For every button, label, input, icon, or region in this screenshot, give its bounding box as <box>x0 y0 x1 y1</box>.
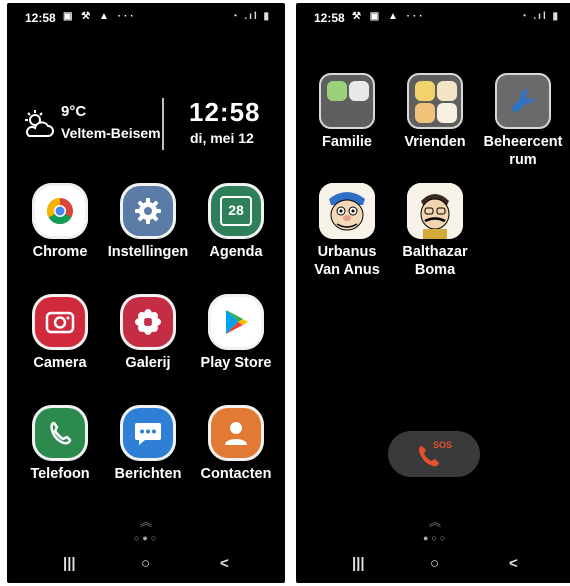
weather-location: Veltem-Beisem <box>61 125 161 141</box>
weather-temperature: 9°C <box>61 103 87 120</box>
folder-familie[interactable]: Familie <box>302 73 392 151</box>
calendar-day: 28 <box>220 196 252 226</box>
app-label: Galerij <box>125 355 171 371</box>
app-agenda[interactable]: 28 Agenda <box>191 183 281 261</box>
status-time: 12:58 <box>25 11 56 25</box>
contact-photo-icon <box>415 81 435 101</box>
app-play-store[interactable]: Play Store <box>191 294 281 372</box>
label-line: Boma <box>414 262 456 278</box>
recents-button[interactable]: ||| <box>352 555 365 572</box>
play-store-icon <box>208 294 264 350</box>
contact-photo-icon <box>415 103 435 123</box>
home-screen-left: 12:58 ▣ ⚒ ▲ ··· ◔ .ıl ▮ 9°C Veltem-Beise… <box>7 3 285 583</box>
label-line: Van Anus <box>314 262 380 278</box>
app-label: Instellingen <box>107 244 189 260</box>
chevron-up-icon[interactable]: ︽ <box>140 513 152 530</box>
notification-icons: ▣ ⚒ ▲ ··· <box>63 11 137 22</box>
app-label: Telefoon <box>30 466 90 482</box>
contact-icon <box>208 405 264 461</box>
sos-button[interactable]: SOS <box>388 431 480 477</box>
page-indicator: ●○○ <box>423 533 449 543</box>
app-camera[interactable]: Camera <box>15 294 105 372</box>
message-icon <box>120 405 176 461</box>
folder-vrienden[interactable]: Vrienden <box>390 73 480 151</box>
clock-date: di, mei 12 <box>190 130 254 146</box>
home-screen-right: 12:58 ⚒ ▣ ▲ ··· ◔ .ıl ▮ Familie Vrienden… <box>296 3 570 583</box>
page-indicator: ○●○ <box>134 533 160 543</box>
folder-icon <box>319 73 375 129</box>
wrench-icon <box>495 73 551 129</box>
recents-button[interactable]: ||| <box>63 555 76 572</box>
folder-icon <box>407 73 463 129</box>
status-bar: 12:58 ⚒ ▣ ▲ ··· ◔ .ıl ▮ <box>296 9 570 27</box>
label-line: Beheercent <box>483 134 563 150</box>
gear-icon <box>120 183 176 239</box>
camera-icon <box>32 294 88 350</box>
contact-photo-icon <box>407 183 463 239</box>
app-instellingen[interactable]: Instellingen <box>103 183 193 261</box>
calendar-icon: 28 <box>208 183 264 239</box>
app-chrome[interactable]: Chrome <box>15 183 105 261</box>
flower-icon <box>120 294 176 350</box>
back-button[interactable]: < <box>220 555 229 572</box>
app-beheercentrum[interactable]: Beheercent rum <box>478 73 568 169</box>
app-label: Contacten <box>200 466 272 482</box>
weather-cloud-sun-icon <box>25 110 54 137</box>
contact-photo-icon <box>319 183 375 239</box>
app-label: Beheercent rum <box>478 133 568 169</box>
signal-battery-icons: ◔ .ıl ▮ <box>520 11 560 22</box>
app-label: Play Store <box>200 355 272 371</box>
contact-photo-icon <box>437 103 457 123</box>
label-line: rum <box>509 152 537 168</box>
label-line: Balthazar <box>402 244 468 260</box>
app-label: Chrome <box>32 244 88 260</box>
label-line: Urbanus <box>317 244 377 260</box>
notification-icons: ⚒ ▣ ▲ ··· <box>352 11 426 22</box>
chrome-icon <box>32 183 88 239</box>
app-label: Familie <box>322 134 372 150</box>
contact-photo-icon <box>349 81 369 101</box>
back-button[interactable]: < <box>509 555 518 572</box>
signal-battery-icons: ◔ .ıl ▮ <box>231 11 271 22</box>
chevron-up-icon[interactable]: ︽ <box>429 513 441 530</box>
app-galerij[interactable]: Galerij <box>103 294 193 372</box>
navigation-bar: ||| ○ < <box>7 555 285 577</box>
app-label: Berichten <box>114 466 182 482</box>
contact-balthazar[interactable]: Balthazar Boma <box>390 183 480 279</box>
phone-icon <box>32 405 88 461</box>
navigation-bar: ||| ○ < <box>296 555 570 577</box>
app-label: Vrienden <box>404 134 466 150</box>
clock-time: 12:58 <box>189 97 261 127</box>
widget-divider <box>162 98 164 150</box>
app-telefoon[interactable]: Telefoon <box>15 405 105 483</box>
status-bar: 12:58 ▣ ⚒ ▲ ··· ◔ .ıl ▮ <box>7 9 285 27</box>
app-label: Balthazar Boma <box>390 243 480 279</box>
sos-label: SOS <box>433 440 453 450</box>
contact-photo-icon <box>437 81 457 101</box>
app-berichten[interactable]: Berichten <box>103 405 193 483</box>
app-label: Camera <box>33 355 87 371</box>
app-label: Urbanus Van Anus <box>302 243 392 279</box>
home-button[interactable]: ○ <box>430 555 439 572</box>
status-time: 12:58 <box>314 11 345 25</box>
contact-urbanus[interactable]: Urbanus Van Anus <box>302 183 392 279</box>
contact-photo-icon <box>327 81 347 101</box>
app-label: Agenda <box>209 244 263 260</box>
app-contacten[interactable]: Contacten <box>191 405 281 483</box>
home-button[interactable]: ○ <box>141 555 150 572</box>
